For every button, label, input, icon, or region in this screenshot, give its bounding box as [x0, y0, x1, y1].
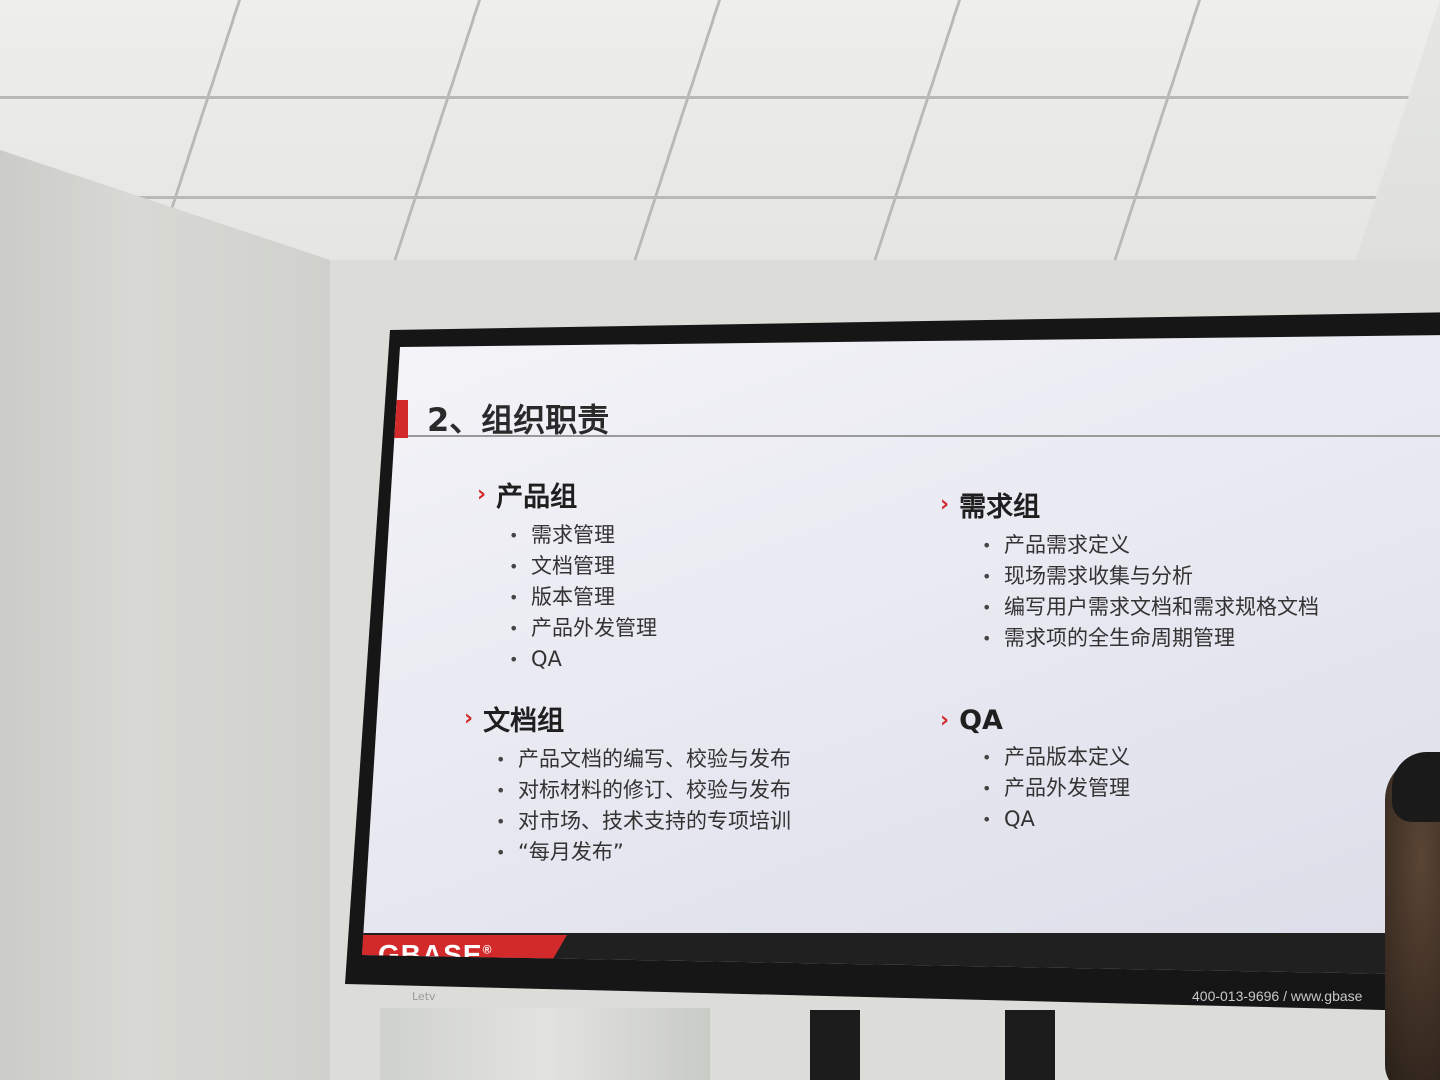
list-item: 对市场、技术支持的专项培训 [492, 806, 791, 837]
group-item-list: 产品版本定义 产品外发管理 QA [978, 742, 1130, 835]
tv-stand-leg-right [1005, 1010, 1055, 1080]
tv-brand-label: Letv [412, 990, 436, 1003]
glass-partition [380, 1008, 710, 1080]
list-item: 产品版本定义 [978, 742, 1130, 773]
list-item: 对标材料的修订、校验与发布 [492, 775, 791, 806]
group-heading: 文档组 [483, 706, 565, 737]
group-item-list: 产品文档的编写、校验与发布 对标材料的修订、校验与发布 对市场、技术支持的专项培… [492, 744, 791, 868]
list-item: 产品外发管理 [505, 613, 657, 644]
group-requirements: › 需求组 产品需求定义 现场需求收集与分析 编写用户需求文档和需求规格文档 需… [940, 485, 1319, 654]
list-item: 编写用户需求文档和需求规格文档 [978, 592, 1319, 623]
chevron-right-icon: › [940, 708, 950, 733]
list-item: 版本管理 [505, 582, 657, 613]
list-item: QA [978, 804, 1130, 835]
group-heading: 需求组 [959, 492, 1041, 523]
group-product: › 产品组 需求管理 文档管理 版本管理 产品外发管理 QA [477, 475, 657, 675]
presentation-screen: 2、组织职责 › 产品组 需求管理 文档管理 版本管理 产品外发管理 QA › … [362, 335, 1440, 975]
group-qa: › QA 产品版本定义 产品外发管理 QA [940, 705, 1130, 835]
group-item-list: 产品需求定义 现场需求收集与分析 编写用户需求文档和需求规格文档 需求项的全生命… [978, 530, 1319, 654]
group-heading: 产品组 [496, 482, 578, 513]
list-item: 产品需求定义 [978, 530, 1319, 561]
group-item-list: 需求管理 文档管理 版本管理 产品外发管理 QA [505, 520, 657, 675]
chevron-right-icon: › [940, 492, 950, 517]
list-item: 现场需求收集与分析 [978, 561, 1319, 592]
list-item: 产品外发管理 [978, 773, 1130, 804]
list-item: 产品文档的编写、校验与发布 [492, 744, 791, 775]
group-heading: QA [959, 705, 1003, 736]
chevron-right-icon: › [477, 482, 487, 507]
group-documentation: › 文档组 产品文档的编写、校验与发布 对标材料的修订、校验与发布 对市场、技术… [464, 699, 791, 868]
chevron-right-icon: › [464, 706, 474, 731]
tv-contact-label: 400-013-9696 / www.gbase [1192, 988, 1363, 1004]
list-item: 文档管理 [505, 551, 657, 582]
list-item: QA [505, 644, 657, 675]
title-divider [408, 435, 1440, 437]
list-item: “每月发布” [492, 837, 791, 868]
tv-stand-leg-left [810, 1010, 860, 1080]
list-item: 需求管理 [505, 520, 657, 551]
list-item: 需求项的全生命周期管理 [978, 623, 1319, 654]
left-wall [0, 150, 330, 1080]
